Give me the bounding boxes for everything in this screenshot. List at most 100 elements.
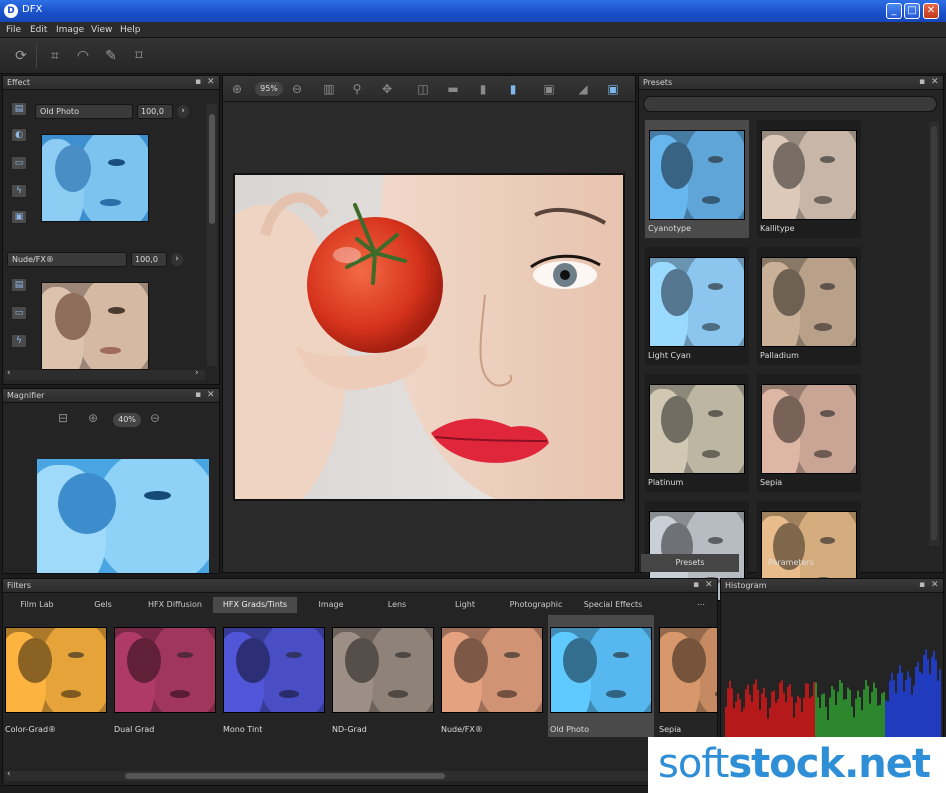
brush-icon[interactable]: ✎ [100,46,122,66]
pin-icon[interactable]: ▪ [919,580,925,590]
monitor-icon[interactable]: ▭ [11,156,27,170]
filter-item[interactable]: Nude/FX® [439,615,545,737]
presets-scrollbar[interactable] [929,122,939,546]
filter-item[interactable]: ND-Grad [330,615,436,737]
layer-icon[interactable]: ▤ [11,278,27,292]
tab-photographic[interactable]: Photographic [501,597,571,613]
tab-light[interactable]: Light [435,597,495,613]
single-view-icon[interactable]: ▮ [475,80,491,98]
effect-name-field[interactable]: Old Photo [35,104,133,119]
scrollbar-thumb[interactable] [931,126,937,540]
preset-item[interactable]: Palladium [757,247,861,365]
zoom-out-icon[interactable]: ⊖ [289,80,305,98]
panel-close-icon[interactable]: ✕ [931,580,939,590]
minimize-button[interactable]: _ [886,3,902,19]
frame-view-icon[interactable]: ▣ [541,80,557,98]
panel-close-icon[interactable]: ✕ [207,390,215,400]
tab-hfx-diffusion[interactable]: HFX Diffusion [137,597,213,613]
fit-view-icon[interactable]: ⊟ [55,409,71,427]
maximize-button[interactable]: □ [904,3,920,19]
filter-name: Sepia [659,725,682,734]
tab-film-lab[interactable]: Film Lab [7,597,67,613]
pin-icon[interactable]: ▪ [693,580,699,590]
filter-item[interactable]: Color-Grad® [3,615,109,737]
compare-view-icon[interactable]: ▣ [605,80,621,98]
tab-special-effects[interactable]: Special Effects [575,597,651,613]
lightning-icon[interactable]: ϟ [11,334,27,348]
filter-item[interactable]: Dual Grad [112,615,218,737]
scrollbar-thumb[interactable] [209,114,215,224]
tab-image[interactable]: Image [303,597,359,613]
presets-search-input[interactable] [643,96,937,112]
pin-icon[interactable]: ▪ [919,77,925,87]
magnifier-zoom-level[interactable]: 40% [113,413,141,427]
split-horizontal-icon[interactable]: ▬ [445,80,461,98]
tab-hfx-grads-tints[interactable]: HFX Grads/Tints [213,597,297,613]
layer-icon[interactable]: ▤ [11,102,27,116]
histogram-bar [803,697,805,737]
monitor-icon[interactable]: ▭ [11,306,27,320]
menu-view[interactable]: View [91,25,112,35]
filter-item[interactable]: Sepia [657,615,717,737]
magnify-icon[interactable]: ⚲ [349,80,365,98]
histogram-bar [737,693,739,737]
lightning-icon[interactable]: ϟ [11,184,27,198]
panel-close-icon[interactable]: ✕ [931,77,939,87]
filters-scrollbar[interactable]: ‹ [5,769,715,781]
preset-thumbnail [761,257,857,347]
menu-edit[interactable]: Edit [30,25,47,35]
more-tabs-icon[interactable]: ⋯ [693,597,709,613]
chevron-right-icon[interactable]: › [177,105,189,118]
preset-item[interactable]: Cyanotype [645,120,749,238]
frame-icon[interactable]: ▣ [11,210,27,224]
filter-item[interactable]: Old Photo [548,615,654,737]
histogram-bar [751,702,753,737]
full-view-icon[interactable]: ▮ [505,80,521,98]
tab-presets[interactable]: Presets [641,554,739,572]
zoom-in-icon[interactable]: ⊕ [229,80,245,98]
histogram-bar [873,682,875,737]
menu-image[interactable]: Image [56,25,84,35]
canvas-zoom-level[interactable]: 95% [255,82,283,96]
effect-opacity-field[interactable]: 100,0 [131,252,167,267]
mask-icon[interactable]: ◠ [72,46,94,66]
chevron-left-icon[interactable]: ‹ [7,769,11,779]
panel-close-icon[interactable]: ✕ [207,77,215,87]
select-frame-icon[interactable]: ⌑ [128,46,150,66]
effect-thumbnail-old-photo[interactable] [41,134,149,222]
fit-view-icon[interactable]: ▥ [321,80,337,98]
chevron-right-icon[interactable]: › [195,368,199,378]
effect-horizontal-scrollbar[interactable]: ‹ › [5,368,205,380]
preset-item[interactable]: Platinum [645,374,749,492]
zoom-in-icon[interactable]: ⊕ [85,409,101,427]
preset-item[interactable]: Light Cyan [645,247,749,365]
tab-gels[interactable]: Gels [75,597,131,613]
scrollbar-thumb[interactable] [125,773,445,779]
crop-icon[interactable]: ⌗ [44,46,66,66]
split-view-icon[interactable]: ◫ [415,80,431,98]
tab-lens[interactable]: Lens [367,597,427,613]
mask-toggle-icon[interactable]: ◐ [11,128,27,142]
chevron-left-icon[interactable]: ‹ [7,368,11,378]
preset-item[interactable]: Sepia [757,374,861,492]
panel-close-icon[interactable]: ✕ [705,580,713,590]
tab-parameters[interactable]: Parameters [739,554,843,572]
filter-item[interactable]: Mono Tint [221,615,327,737]
histogram-view-icon[interactable]: ◢ [575,80,591,98]
pin-icon[interactable]: ▪ [195,390,201,400]
effect-opacity-field[interactable]: 100,0 [137,104,173,119]
effect-scrollbar[interactable] [207,104,217,366]
effect-name-field[interactable]: Nude/FX® [7,252,127,267]
preset-item[interactable]: Kallitype [757,120,861,238]
chevron-right-icon[interactable]: › [171,253,183,266]
zoom-out-icon[interactable]: ⊖ [147,409,163,427]
refresh-icon[interactable]: ⟳ [10,46,32,66]
main-photo[interactable] [233,173,625,501]
menu-file[interactable]: File [6,25,21,35]
pan-icon[interactable]: ✥ [379,80,395,98]
effect-thumbnail-nude-fx[interactable] [41,282,149,370]
pin-icon[interactable]: ▪ [195,77,201,87]
close-button[interactable]: ✕ [923,3,939,19]
filter-name: Old Photo [550,725,589,734]
menu-help[interactable]: Help [120,25,141,35]
